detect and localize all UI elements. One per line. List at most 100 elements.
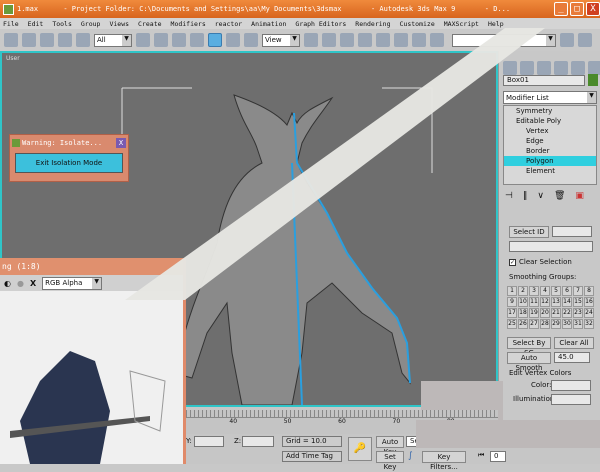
key-filters-button[interactable]: Key Filters... <box>422 451 466 471</box>
smoothing-group-button[interactable]: 7 <box>573 286 583 296</box>
snap-icon[interactable] <box>358 33 372 47</box>
menu-help[interactable]: Help <box>488 20 504 28</box>
stack-item-polygon[interactable]: Polygon <box>504 156 596 166</box>
close-icon[interactable]: X <box>116 137 126 148</box>
smoothing-group-button[interactable]: 16 <box>584 297 594 307</box>
stack-item-editable-poly[interactable]: Editable Poly <box>504 116 596 126</box>
auto-smooth-threshold-input[interactable]: 45.0 <box>554 352 590 363</box>
rotate-icon[interactable] <box>226 33 240 47</box>
named-selection-dropdown[interactable]: ▼ <box>452 33 556 47</box>
link-icon[interactable] <box>40 33 54 47</box>
smoothing-group-button[interactable]: 5 <box>551 286 561 296</box>
select-by-sg-button[interactable]: Select By SG <box>507 337 551 357</box>
illumination-swatch[interactable] <box>551 394 591 405</box>
redo-icon[interactable] <box>22 33 36 47</box>
smoothing-group-button[interactable]: 19 <box>529 308 539 318</box>
minimize-button[interactable]: _ <box>554 2 568 16</box>
select-id-button[interactable]: Select ID <box>509 226 549 238</box>
pin-stack-icon[interactable]: ⊣ <box>505 191 513 201</box>
menu-modifiers[interactable]: Modifiers <box>171 20 206 28</box>
y-coordinate-input[interactable] <box>194 436 224 447</box>
window-crossing-icon[interactable] <box>190 33 204 47</box>
mono-icon[interactable]: ◐ <box>4 279 11 288</box>
pivot-icon[interactable] <box>304 33 318 47</box>
smoothing-group-button[interactable]: 24 <box>584 308 594 318</box>
object-color-swatch[interactable] <box>588 74 598 86</box>
smoothing-group-button[interactable]: 8 <box>584 286 594 296</box>
configure-sets-icon[interactable]: ▣ <box>575 191 584 201</box>
stack-item-edge[interactable]: Edge <box>504 136 596 146</box>
smoothing-group-button[interactable]: 13 <box>551 297 561 307</box>
make-unique-icon[interactable]: ∨ <box>537 191 544 201</box>
key-icon[interactable]: 🔑 <box>348 437 372 461</box>
menu-graph-editors[interactable]: Graph Editors <box>295 20 346 28</box>
menu-views[interactable]: Views <box>109 20 129 28</box>
create-tab-icon[interactable] <box>503 61 517 75</box>
smoothing-group-button[interactable]: 6 <box>562 286 572 296</box>
menu-create[interactable]: Create <box>138 20 161 28</box>
smoothing-group-button[interactable]: 3 <box>529 286 539 296</box>
add-time-tag-button[interactable]: Add Time Tag <box>282 451 342 462</box>
smoothing-group-button[interactable]: 18 <box>518 308 528 318</box>
z-coordinate-input[interactable] <box>242 436 274 447</box>
clear-all-button[interactable]: Clear All <box>554 337 594 349</box>
spinner-snap-icon[interactable] <box>412 33 426 47</box>
remove-modifier-icon[interactable]: 🗑 <box>554 191 565 201</box>
smoothing-group-button[interactable]: 23 <box>573 308 583 318</box>
smoothing-group-button[interactable]: 15 <box>573 297 583 307</box>
menu-customize[interactable]: Customize <box>400 20 435 28</box>
menu-file[interactable]: File <box>3 20 19 28</box>
smoothing-group-button[interactable]: 21 <box>551 308 561 318</box>
maximize-button[interactable]: □ <box>570 2 584 16</box>
channel-icon[interactable]: ● <box>17 279 24 288</box>
smoothing-group-button[interactable]: 31 <box>573 319 583 329</box>
menu-group[interactable]: Group <box>81 20 101 28</box>
menu-maxscript[interactable]: MAXScript <box>444 20 479 28</box>
smoothing-group-button[interactable]: 4 <box>540 286 550 296</box>
smoothing-group-button[interactable]: 22 <box>562 308 572 318</box>
select-id-input[interactable] <box>552 226 592 237</box>
material-name-dropdown[interactable] <box>509 241 593 252</box>
close-button[interactable]: X <box>586 2 600 16</box>
modifier-list-dropdown[interactable]: Modifier List ▼ <box>503 91 597 104</box>
select-by-name-icon[interactable] <box>154 33 168 47</box>
menu-animation[interactable]: Animation <box>251 20 286 28</box>
smoothing-group-button[interactable]: 14 <box>562 297 572 307</box>
key-tangent-icon[interactable]: ∫ <box>408 451 413 461</box>
motion-tab-icon[interactable] <box>554 61 568 75</box>
named-selection-icon[interactable] <box>430 33 444 47</box>
smoothing-group-button[interactable]: 11 <box>529 297 539 307</box>
clear-selection-checkbox[interactable]: ✓ Clear Selection <box>509 258 572 266</box>
smoothing-group-button[interactable]: 32 <box>584 319 594 329</box>
smoothing-group-button[interactable]: 20 <box>540 308 550 318</box>
show-end-result-icon[interactable]: ‖ <box>523 191 528 201</box>
auto-smooth-button[interactable]: Auto Smooth <box>507 352 551 372</box>
clear-icon[interactable]: X <box>30 279 36 288</box>
auto-key-button[interactable]: Auto Key <box>376 436 404 456</box>
exit-isolation-button[interactable]: Exit Isolation Mode <box>15 153 123 173</box>
stack-item-symmetry[interactable]: Symmetry <box>504 106 596 116</box>
move-icon[interactable] <box>208 33 222 47</box>
reference-coord-dropdown[interactable]: View ▼ <box>262 33 300 47</box>
menu-reactor[interactable]: reactor <box>215 20 242 28</box>
hierarchy-tab-icon[interactable] <box>537 61 551 75</box>
smoothing-group-button[interactable]: 10 <box>518 297 528 307</box>
keyboard-shortcut-icon[interactable] <box>340 33 354 47</box>
manipulate-icon[interactable] <box>322 33 336 47</box>
rect-selection-icon[interactable] <box>172 33 186 47</box>
smoothing-group-button[interactable]: 25 <box>507 319 517 329</box>
unlink-icon[interactable] <box>58 33 72 47</box>
percent-snap-icon[interactable] <box>394 33 408 47</box>
selection-filter-dropdown[interactable]: All ▼ <box>94 33 132 47</box>
smoothing-group-button[interactable]: 9 <box>507 297 517 307</box>
channel-dropdown[interactable]: RGB Alpha ▼ <box>42 276 103 290</box>
stack-item-vertex[interactable]: Vertex <box>504 126 596 136</box>
display-tab-icon[interactable] <box>571 61 585 75</box>
utilities-tab-icon[interactable] <box>588 61 600 75</box>
mirror-icon[interactable] <box>560 33 574 47</box>
smoothing-group-button[interactable]: 26 <box>518 319 528 329</box>
modify-tab-icon[interactable] <box>520 61 534 75</box>
smoothing-group-button[interactable]: 17 <box>507 308 517 318</box>
angle-snap-icon[interactable] <box>376 33 390 47</box>
stack-item-element[interactable]: Element <box>504 166 596 176</box>
